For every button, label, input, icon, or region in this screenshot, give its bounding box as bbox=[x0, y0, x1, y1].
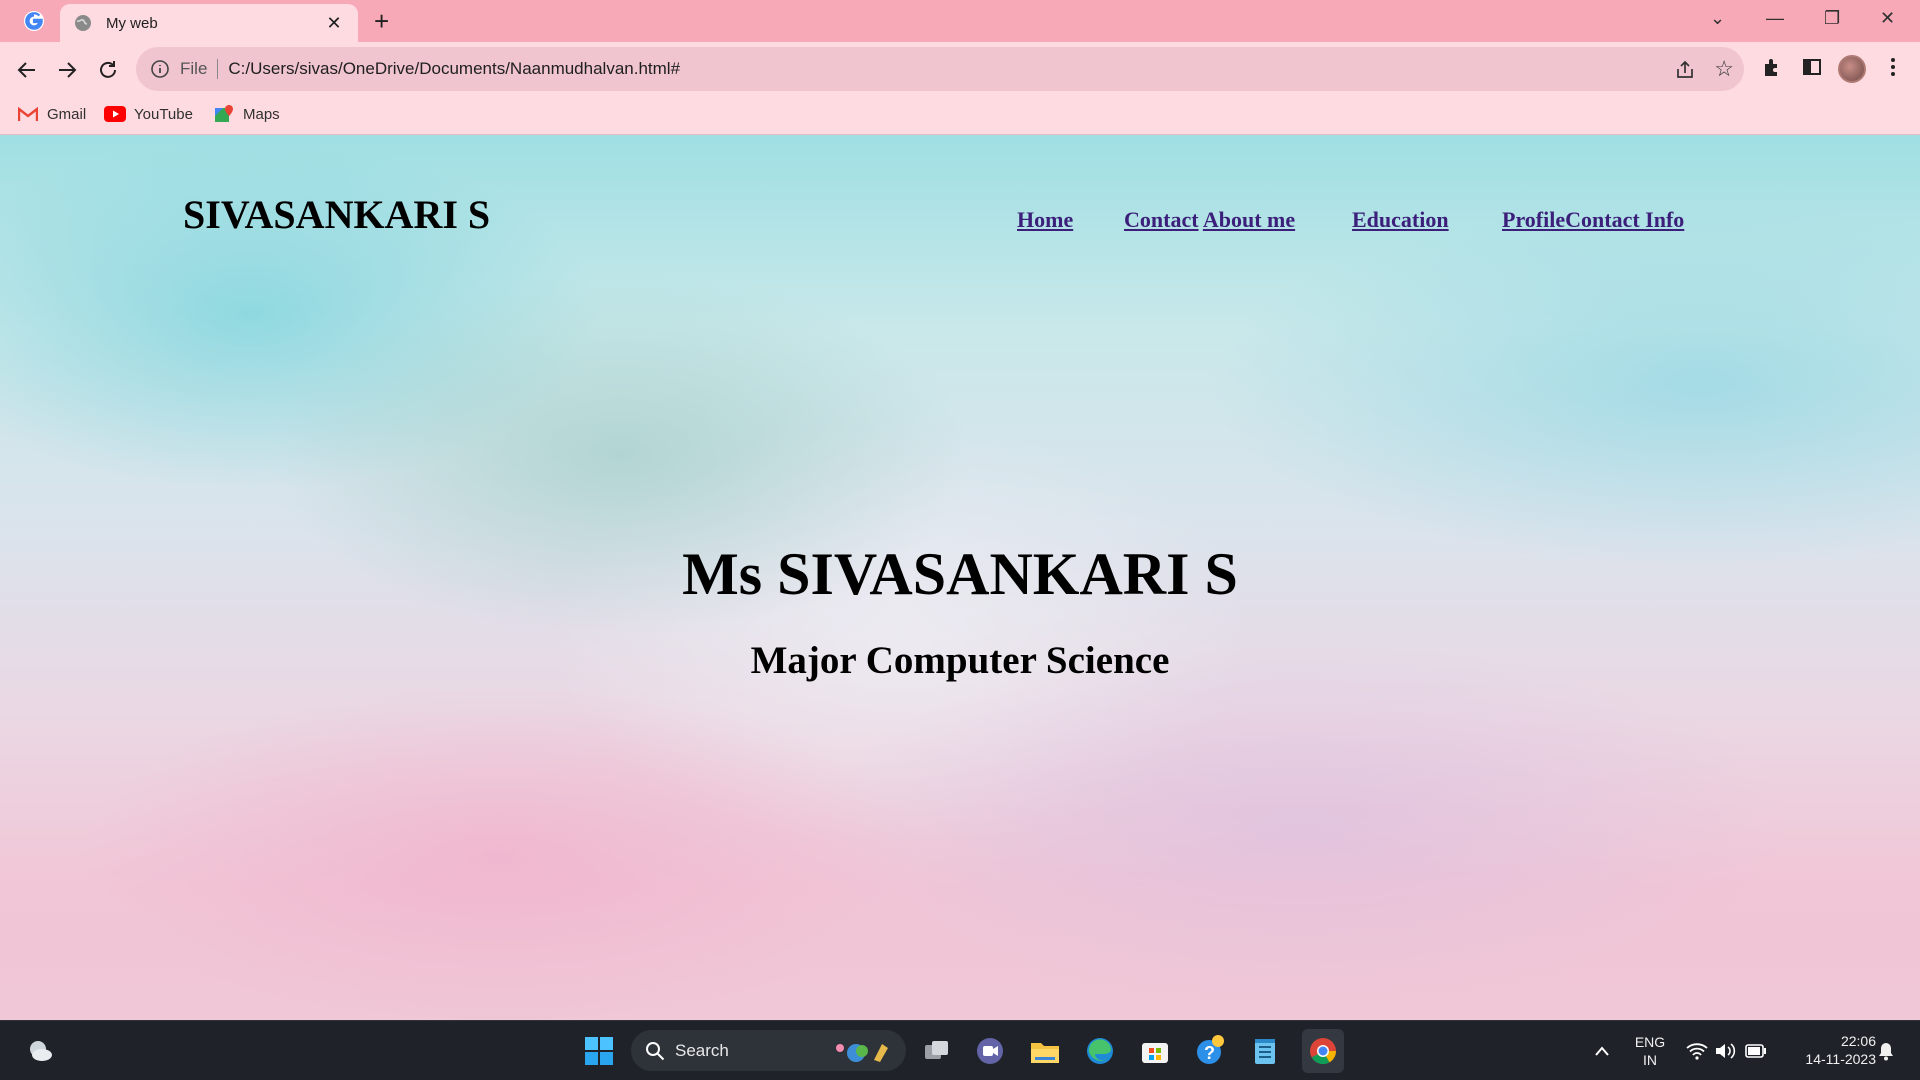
reload-button[interactable] bbox=[94, 56, 122, 84]
forward-button[interactable] bbox=[53, 56, 81, 84]
nav-profile-link[interactable]: Profile bbox=[1502, 207, 1565, 232]
nav-profile-contact: ProfileContact Info bbox=[1502, 207, 1684, 233]
edge-icon[interactable] bbox=[1082, 1033, 1118, 1069]
language-line2: IN bbox=[1643, 1052, 1657, 1068]
clock-time: 22:06 bbox=[1840, 1033, 1876, 1049]
bookmark-gmail[interactable]: Gmail bbox=[17, 105, 86, 123]
nav-about-link[interactable]: About me bbox=[1203, 207, 1295, 232]
share-icon[interactable] bbox=[1674, 59, 1696, 81]
info-icon[interactable] bbox=[150, 59, 170, 79]
windows-taskbar: Search ? ENG IN 22:06 14-11-2023 bbox=[0, 1020, 1920, 1080]
chrome-taskbar-icon[interactable] bbox=[1302, 1029, 1344, 1073]
svg-text:?: ? bbox=[1204, 1043, 1215, 1063]
weather-icon[interactable] bbox=[22, 1033, 58, 1069]
extensions-icon[interactable] bbox=[1761, 56, 1783, 83]
browser-toolbar: File C:/Users/sivas/OneDrive/Documents/N… bbox=[0, 42, 1920, 97]
back-button[interactable] bbox=[13, 56, 41, 84]
side-panel-icon[interactable] bbox=[1801, 56, 1823, 83]
language-line1: ENG bbox=[1634, 1034, 1666, 1050]
start-button[interactable] bbox=[581, 1033, 617, 1069]
gmail-icon bbox=[17, 105, 39, 123]
notification-bell-icon[interactable] bbox=[1868, 1033, 1904, 1069]
hero-title: Ms SIVASANKARI S bbox=[682, 541, 1238, 607]
bookmark-maps[interactable]: Maps bbox=[213, 105, 280, 123]
restore-button[interactable]: ❐ bbox=[1824, 8, 1840, 29]
battery-icon[interactable] bbox=[1738, 1033, 1774, 1069]
show-hidden-icons-chevron-up-icon[interactable] bbox=[1584, 1033, 1620, 1069]
url-text[interactable]: C:/Users/sivas/OneDrive/Documents/Naanmu… bbox=[228, 59, 680, 79]
get-help-icon[interactable]: ? bbox=[1192, 1033, 1228, 1069]
bookmark-star-icon[interactable]: ☆ bbox=[1714, 56, 1734, 82]
arrow-left-icon bbox=[17, 62, 35, 78]
microsoft-store-icon[interactable] bbox=[1137, 1033, 1173, 1069]
close-window-button[interactable]: ✕ bbox=[1880, 8, 1895, 29]
reload-icon bbox=[100, 61, 116, 78]
nav-home-link[interactable]: Home bbox=[1017, 207, 1073, 233]
nav-home-label[interactable]: Home bbox=[1017, 207, 1073, 232]
nav-education-link[interactable]: Education bbox=[1352, 207, 1449, 233]
profile-avatar[interactable] bbox=[1838, 55, 1866, 83]
bookmarks-bar: Gmail YouTube Maps bbox=[0, 97, 1920, 135]
bookmark-label: Maps bbox=[243, 105, 280, 123]
browser-tab-strip: My web ✕ + ⌄ — ❐ ✕ bbox=[0, 0, 1920, 42]
clock[interactable]: 22:06 14-11-2023 bbox=[1780, 1032, 1876, 1068]
notepad-icon[interactable] bbox=[1247, 1033, 1283, 1069]
search-highlight-icon bbox=[836, 1044, 888, 1062]
maps-icon bbox=[213, 105, 235, 123]
youtube-icon bbox=[104, 105, 126, 123]
taskbar-search-box[interactable]: Search bbox=[631, 1030, 906, 1071]
site-logo: SIVASANKARI S bbox=[183, 192, 491, 237]
url-scheme-label: File bbox=[180, 59, 219, 79]
address-bar[interactable]: File C:/Users/sivas/OneDrive/Documents/N… bbox=[136, 47, 1744, 91]
nav-contact-link[interactable]: Contact bbox=[1124, 207, 1199, 232]
nav-education-label[interactable]: Education bbox=[1352, 207, 1449, 232]
nav-contact-info-link[interactable]: Contact Info bbox=[1565, 207, 1684, 232]
search-label: Search bbox=[675, 1040, 729, 1060]
language-indicator[interactable]: ENG IN bbox=[1630, 1033, 1670, 1069]
bookmark-label: Gmail bbox=[47, 105, 87, 123]
globe-icon bbox=[75, 15, 91, 31]
nav-contact-about: Contact About me bbox=[1124, 207, 1295, 233]
search-icon bbox=[646, 1041, 665, 1060]
google-icon[interactable] bbox=[20, 8, 48, 34]
tab-close-icon[interactable]: ✕ bbox=[324, 13, 344, 34]
bookmark-youtube[interactable]: YouTube bbox=[104, 105, 193, 123]
clock-date: 14-11-2023 bbox=[1805, 1051, 1876, 1067]
browser-tab-active[interactable]: My web ✕ bbox=[60, 4, 358, 42]
teams-chat-icon[interactable] bbox=[972, 1033, 1008, 1069]
task-view-icon[interactable] bbox=[919, 1033, 955, 1069]
file-explorer-icon[interactable] bbox=[1027, 1033, 1063, 1069]
tab-search-icon[interactable]: ⌄ bbox=[1710, 8, 1725, 29]
tab-title: My web bbox=[106, 14, 158, 32]
arrow-right-icon bbox=[59, 62, 77, 78]
minimize-button[interactable]: — bbox=[1766, 8, 1784, 29]
page-viewport: SIVASANKARI S Home Contact About me Educ… bbox=[0, 135, 1920, 1020]
windows-icon bbox=[585, 1037, 613, 1065]
more-menu-icon[interactable] bbox=[1888, 56, 1898, 83]
new-tab-button[interactable]: + bbox=[374, 8, 389, 34]
hero-subtitle: Major Computer Science bbox=[750, 639, 1170, 682]
bookmark-label: YouTube bbox=[134, 105, 193, 123]
